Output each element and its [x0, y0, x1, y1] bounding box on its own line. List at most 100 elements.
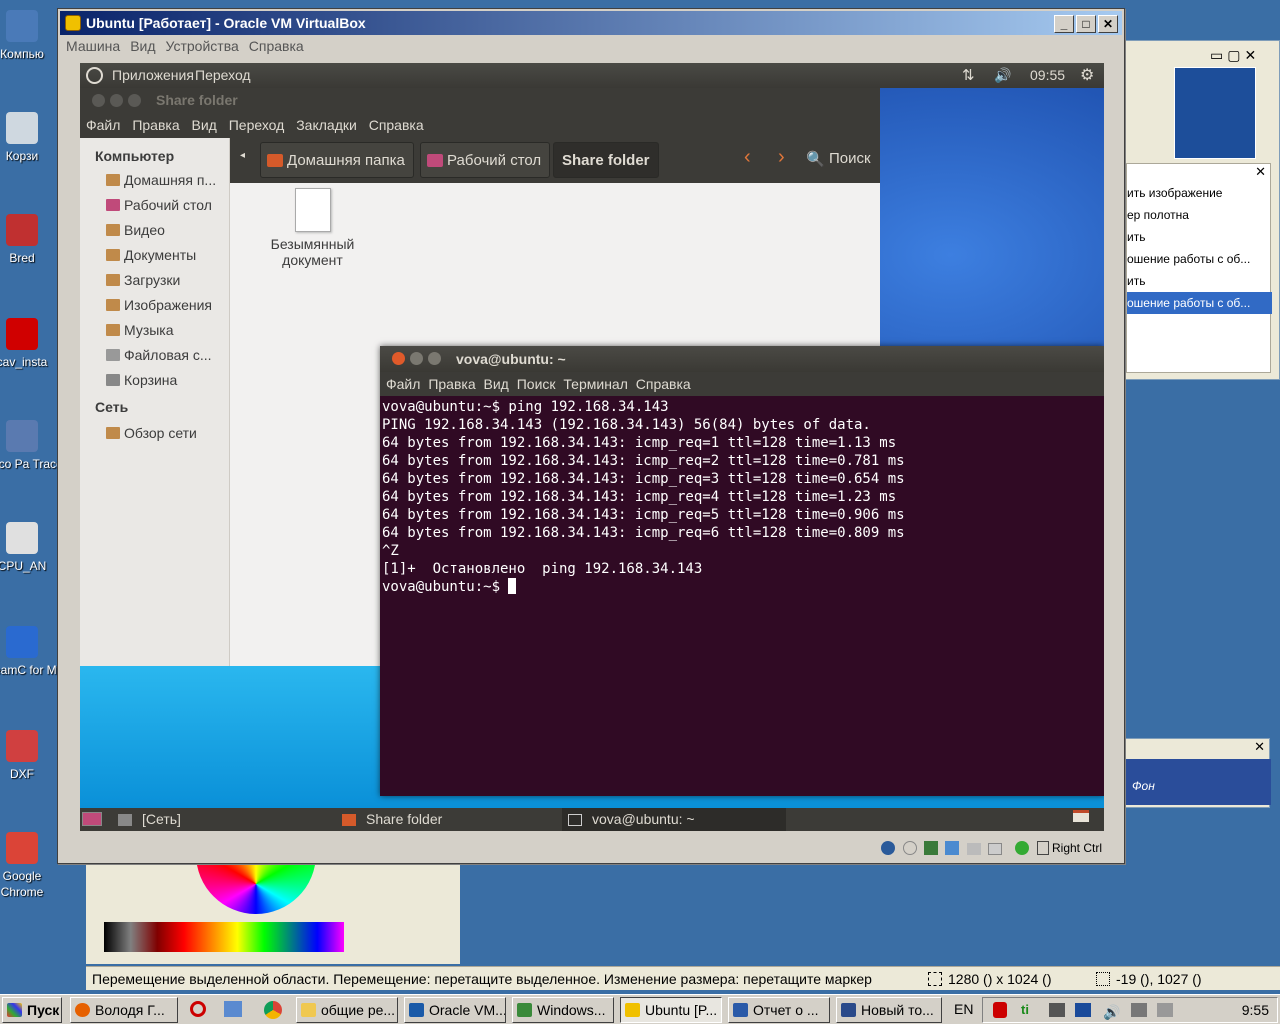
taskbar-network[interactable]: [Сеть]: [118, 808, 338, 831]
quicklaunch-icon[interactable]: [224, 1001, 242, 1017]
desktop-icon[interactable]: Cisco Pa Trace: [0, 420, 64, 472]
menu-file[interactable]: Файл: [386, 376, 420, 392]
antivirus-icon[interactable]: [993, 1002, 1007, 1018]
sidebar-item-home[interactable]: Домашняя п...: [80, 168, 229, 193]
close-button[interactable]: ✕: [1098, 15, 1118, 33]
close-icon[interactable]: [392, 352, 405, 365]
display-icon[interactable]: [987, 843, 1002, 855]
menu-help[interactable]: Справка: [636, 376, 691, 392]
sidebar-item-downloads[interactable]: Загрузки: [80, 268, 229, 293]
trash-applet-icon[interactable]: [1073, 810, 1089, 822]
volume-icon[interactable]: 🔊: [994, 63, 1011, 88]
path-left-arrow-icon[interactable]: ◂: [240, 150, 245, 161]
desktop-icon[interactable]: Bred: [0, 214, 64, 266]
opera-icon[interactable]: [190, 1001, 206, 1017]
taskbar-item-firefox[interactable]: Володя Г...: [70, 997, 178, 1023]
desktop-icon[interactable]: Компью: [0, 10, 64, 62]
tray-app-icon[interactable]: ti: [1021, 1002, 1037, 1018]
menu-edit[interactable]: Правка: [428, 376, 475, 392]
show-desktop-icon[interactable]: [82, 812, 102, 826]
desktop-icon[interactable]: DreamC for My: [0, 626, 64, 678]
menu-view[interactable]: Вид: [484, 376, 509, 392]
crumb-share-folder[interactable]: Share folder: [553, 142, 659, 178]
sidebar-item-desktop[interactable]: Рабочий стол: [80, 193, 229, 218]
taskbar-item-report[interactable]: Отчет о ...: [728, 997, 830, 1023]
menu-view[interactable]: Вид: [192, 117, 217, 133]
crumb-desktop[interactable]: Рабочий стол: [420, 142, 551, 178]
taskbar-item-windows[interactable]: Windows...: [512, 997, 614, 1023]
forward-arrow-icon[interactable]: ›: [778, 146, 785, 169]
layers-close[interactable]: ✕: [1254, 739, 1265, 755]
hdd-icon[interactable]: [881, 841, 896, 855]
printer-icon[interactable]: [1049, 1003, 1065, 1017]
network-tray-icon[interactable]: [1075, 1003, 1091, 1017]
file-item[interactable]: Безымянный документ: [260, 188, 365, 268]
sidebar-item-pictures[interactable]: Изображения: [80, 293, 229, 318]
vbox-titlebar[interactable]: Ubuntu [Работает] - Oracle VM VirtualBox…: [60, 11, 1122, 35]
usb-icon[interactable]: [923, 841, 938, 855]
network-arrows-icon[interactable]: ⇅: [962, 63, 975, 88]
sidebar-item-documents[interactable]: Документы: [80, 243, 229, 268]
applications-menu[interactable]: Приложения: [112, 63, 194, 88]
host-key-icon: [1036, 841, 1049, 855]
taskbar-item-ubuntu[interactable]: Ubuntu [P...: [620, 997, 722, 1023]
language-indicator[interactable]: EN: [954, 1001, 973, 1017]
taskbar-share-folder[interactable]: Share folder: [342, 808, 562, 831]
menu-machine[interactable]: Машина: [60, 38, 124, 54]
maximize-icon[interactable]: [428, 352, 441, 365]
windows-taskbar: Пуск Володя Г... общие ре... Oracle VM..…: [0, 994, 1280, 1024]
search-button[interactable]: Поиск: [829, 150, 871, 167]
cd-icon[interactable]: [902, 841, 917, 855]
close-icon[interactable]: [92, 94, 105, 107]
taskbar-item-new[interactable]: Новый то...: [836, 997, 942, 1023]
menu-bookmarks[interactable]: Закладки: [296, 117, 357, 133]
menu-terminal[interactable]: Терминал: [563, 376, 627, 392]
back-arrow-icon[interactable]: ‹: [744, 146, 751, 169]
mouse-integration-icon[interactable]: [1015, 841, 1030, 855]
file-manager-titlebar[interactable]: Share folder: [80, 88, 880, 112]
minimize-icon[interactable]: [110, 94, 123, 107]
chrome-icon[interactable]: [264, 1001, 282, 1019]
gear-icon[interactable]: ⚙: [1080, 63, 1094, 88]
sidebar-item-trash[interactable]: Корзина: [80, 368, 229, 393]
desktop-icon[interactable]: Google Chrome: [0, 832, 64, 900]
tray-icon[interactable]: [1131, 1003, 1147, 1017]
bg-panel-close[interactable]: ✕: [1255, 164, 1266, 180]
desktop-icon[interactable]: cav_insta: [0, 318, 64, 370]
menu-search[interactable]: Поиск: [517, 376, 556, 392]
start-button[interactable]: Пуск: [2, 997, 62, 1023]
minimize-button[interactable]: _: [1054, 15, 1074, 33]
tray-icon[interactable]: [1157, 1003, 1173, 1017]
sidebar-item-music[interactable]: Музыка: [80, 318, 229, 343]
clock[interactable]: 09:55: [1030, 63, 1065, 88]
taskbar-terminal[interactable]: vova@ubuntu: ~: [562, 808, 786, 831]
desktop-icon[interactable]: DXF: [0, 730, 64, 782]
sidebar-item-browse-network[interactable]: Обзор сети: [80, 421, 229, 446]
menu-help[interactable]: Справка: [369, 117, 424, 133]
volume-tray-icon[interactable]: 🔊: [1103, 1000, 1120, 1024]
maximize-icon[interactable]: [128, 94, 141, 107]
ubuntu-logo-icon[interactable]: [86, 67, 103, 84]
menu-file[interactable]: Файл: [86, 117, 120, 133]
shared-folder-icon[interactable]: [966, 843, 981, 855]
menu-devices[interactable]: Устройства: [160, 38, 243, 54]
search-icon[interactable]: 🔍: [806, 150, 825, 168]
clock[interactable]: 9:55: [1242, 998, 1269, 1022]
maximize-button[interactable]: □: [1076, 15, 1096, 33]
minimize-icon[interactable]: [410, 352, 423, 365]
terminal-titlebar[interactable]: vova@ubuntu: ~: [380, 346, 1104, 372]
crumb-home[interactable]: Домашняя папка: [260, 142, 414, 178]
desktop-icon[interactable]: Корзи: [0, 112, 64, 164]
taskbar-item-folder[interactable]: общие ре...: [296, 997, 398, 1023]
taskbar-item-virtualbox[interactable]: Oracle VM...: [404, 997, 506, 1023]
terminal-output[interactable]: vova@ubuntu:~$ ping 192.168.34.143 PING 1…: [380, 396, 1104, 596]
menu-view[interactable]: Вид: [124, 38, 159, 54]
sidebar-item-filesystem[interactable]: Файловая с...: [80, 343, 229, 368]
places-menu[interactable]: Переход: [195, 63, 251, 88]
desktop-icon[interactable]: CPU_AN: [0, 522, 64, 574]
sidebar-item-videos[interactable]: Видео: [80, 218, 229, 243]
menu-go[interactable]: Переход: [229, 117, 285, 133]
menu-edit[interactable]: Правка: [132, 117, 179, 133]
network-icon[interactable]: [945, 841, 960, 855]
menu-help[interactable]: Справка: [243, 38, 308, 54]
